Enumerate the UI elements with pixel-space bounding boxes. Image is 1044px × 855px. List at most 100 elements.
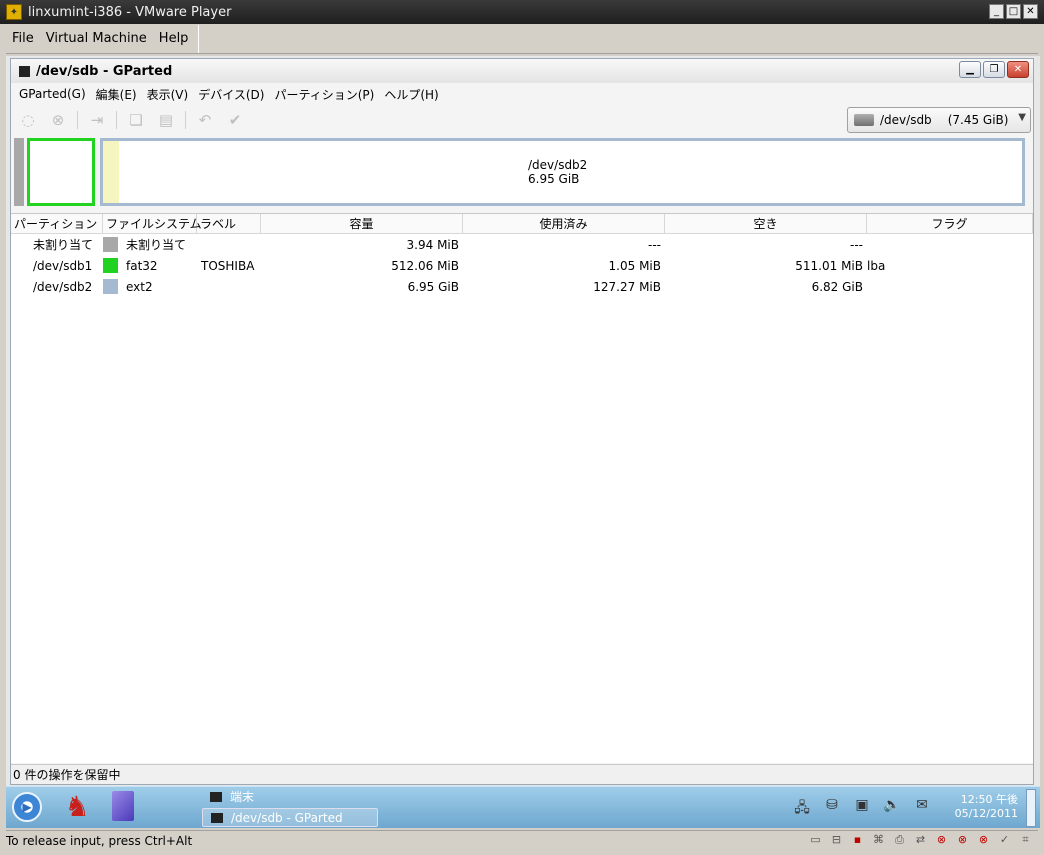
menu-edit[interactable]: 編集(E) <box>92 86 143 103</box>
disk-map-unallocated[interactable] <box>14 138 24 206</box>
chevron-down-icon: ▼ <box>1018 112 1026 123</box>
menu-device[interactable]: デバイス(D) <box>194 86 270 103</box>
table-row[interactable]: /dev/sdb2 ext2 6.95 GiB 127.27 MiB 6.82 … <box>11 276 1033 297</box>
gparted-menu-bar: GParted(G) 編集(E) 表示(V) デバイス(D) パーティション(P… <box>11 83 1033 105</box>
network-icon[interactable]: ⌗ <box>1017 833 1034 848</box>
col-used[interactable]: 使用済み <box>463 214 665 233</box>
fs-color-swatch <box>103 279 118 294</box>
device-name: /dev/sdb <box>880 113 932 127</box>
cell-filesystem-name: fat32 <box>126 258 158 273</box>
cell-partition: /dev/sdb2 <box>33 279 93 294</box>
device-selector[interactable]: /dev/sdb (7.45 GiB) ▼ <box>847 107 1031 133</box>
col-filesystem[interactable]: ファイルシステム <box>103 214 202 233</box>
cell-partition: 未割り当て <box>33 238 94 252</box>
vm-status-message: To release input, press Ctrl+Alt <box>6 834 193 848</box>
maximize-button[interactable]: □ <box>1006 4 1021 19</box>
disk-map: /dev/sdb2 6.95 GiB <box>11 137 1033 209</box>
disk-icon[interactable]: ▪ <box>849 833 866 848</box>
show-desktop-button[interactable] <box>1026 789 1036 827</box>
printer-icon[interactable]: ⎙ <box>891 833 908 848</box>
menu-gparted[interactable]: GParted(G) <box>15 87 92 101</box>
gparted-icon <box>211 813 223 823</box>
toolbar-separator <box>77 111 78 129</box>
cell-filesystem-name: 未割り当て <box>126 238 187 252</box>
volume-icon[interactable]: 🔈 <box>882 797 902 815</box>
gparted-toolbar: ◌ ⊗ ⇥ ❏ ▤ ↶ ✔ /dev/sdb (7.45 GiB) ▼ <box>11 105 1033 135</box>
usb-icon[interactable]: ⌘ <box>870 833 887 848</box>
col-partition[interactable]: パーティション <box>11 214 103 233</box>
network-icon[interactable]: 🖧 <box>792 797 812 816</box>
disk-map-sdb1[interactable] <box>27 138 95 206</box>
cell-flags: lba <box>867 258 886 273</box>
taskbar-item-terminal[interactable]: 端末 <box>202 788 378 807</box>
disk-map-sdb2-used <box>103 141 119 203</box>
toolbar-separator <box>116 111 117 129</box>
terminal-launcher-icon[interactable]: ♞ <box>60 791 94 823</box>
fs-color-swatch <box>103 258 118 273</box>
disk-map-sdb2-size: 6.95 GiB <box>528 172 580 186</box>
gparted-window-title: /dev/sdb - GParted <box>36 63 173 79</box>
delete-partition-icon[interactable]: ⊗ <box>47 109 69 131</box>
col-flags[interactable]: フラグ <box>867 214 1033 233</box>
cell-filesystem: 未割り当て <box>103 236 197 253</box>
gparted-title-bar: /dev/sdb - GParted ▁ ❐ ✕ <box>11 59 1033 83</box>
system-tray: 🖧 ⛁ ▣ 🔈 ✉ <box>792 797 932 816</box>
cell-used: 127.27 MiB <box>593 279 661 294</box>
menu-file[interactable]: File <box>6 25 40 53</box>
network-icon[interactable]: ⇄ <box>912 833 929 848</box>
resize-move-icon[interactable]: ⇥ <box>86 109 108 131</box>
floppy-icon[interactable]: ⊟ <box>828 833 845 848</box>
undo-icon[interactable]: ↶ <box>194 109 216 131</box>
gparted-close-button[interactable]: ✕ <box>1007 61 1029 78</box>
menu-virtual-machine[interactable]: Virtual Machine <box>40 25 153 53</box>
menu-gparted-help[interactable]: ヘルプ(H) <box>380 86 444 103</box>
table-row[interactable]: /dev/sdb1 fat32 TOSHIBA 512.06 MiB 1.05 … <box>11 255 1033 276</box>
disk-map-sdb2-name: /dev/sdb2 <box>528 158 588 172</box>
gparted-window: /dev/sdb - GParted ▁ ❐ ✕ GParted(G) 編集(E… <box>10 58 1034 785</box>
mail-icon[interactable]: ✉ <box>912 797 932 815</box>
guest-screen: /dev/sdb - GParted ▁ ❐ ✕ GParted(G) 編集(E… <box>6 56 1040 828</box>
cell-filesystem: fat32 <box>103 258 197 273</box>
minimize-button[interactable]: _ <box>989 4 1004 19</box>
hdd-icon <box>854 114 874 126</box>
vm-device-icons: ▭ ⊟ ▪ ⌘ ⎙ ⇄ ⊗ ⊗ ⊗ ✓ ⌗ <box>807 833 1034 848</box>
file-manager-launcher-icon[interactable] <box>112 791 134 821</box>
clock-date: 05/12/2011 <box>954 807 1018 820</box>
close-button[interactable]: ✕ <box>1023 4 1038 19</box>
menu-view[interactable]: 表示(V) <box>143 86 195 103</box>
drive-icon[interactable]: ⛁ <box>822 797 842 815</box>
taskbar-panel: ▶ ♞ 端末 /dev/sdb - GParted 🖧 ⛁ ▣ 🔈 ✉ 12:5… <box>6 786 1040 828</box>
check-icon[interactable]: ✓ <box>996 833 1013 848</box>
menu-partition[interactable]: パーティション(P) <box>270 86 380 103</box>
update-icon[interactable]: ▣ <box>852 797 872 815</box>
cell-filesystem-name: ext2 <box>126 279 153 294</box>
start-menu-button[interactable]: ▶ <box>12 792 42 822</box>
sound-icon[interactable]: ⊗ <box>933 833 950 848</box>
cell-size: 512.06 MiB <box>391 258 459 273</box>
cell-used: --- <box>648 237 661 252</box>
gparted-status-bar: 0 件の操作を保留中 <box>11 764 1033 784</box>
disk-map-sdb2[interactable]: /dev/sdb2 6.95 GiB <box>100 138 1025 206</box>
table-row[interactable]: 未割り当て 未割り当て 3.94 MiB --- --- <box>11 234 1033 255</box>
error-icon[interactable]: ⊗ <box>975 833 992 848</box>
paste-icon[interactable]: ▤ <box>155 109 177 131</box>
apply-icon[interactable]: ✔ <box>224 109 246 131</box>
hdd-icon[interactable]: ▭ <box>807 833 824 848</box>
new-partition-icon[interactable]: ◌ <box>17 109 39 131</box>
col-unused[interactable]: 空き <box>665 214 867 233</box>
cell-partition: /dev/sdb1 <box>33 258 93 273</box>
gparted-restore-button[interactable]: ❐ <box>983 61 1005 78</box>
clock[interactable]: 12:50 午後 05/12/2011 <box>955 793 1018 821</box>
menu-separator <box>198 24 200 53</box>
copy-icon[interactable]: ❏ <box>125 109 147 131</box>
error-icon[interactable]: ⊗ <box>954 833 971 848</box>
col-label[interactable]: ラベル <box>197 214 261 233</box>
vm-status-bar: To release input, press Ctrl+Alt ▭ ⊟ ▪ ⌘… <box>6 830 1038 851</box>
disk-map-sdb2-label: /dev/sdb2 6.95 GiB <box>528 158 587 186</box>
col-size[interactable]: 容量 <box>261 214 463 233</box>
cell-used: 1.05 MiB <box>608 258 661 273</box>
menu-help[interactable]: Help <box>153 25 195 53</box>
gparted-minimize-button[interactable]: ▁ <box>959 61 981 78</box>
partition-table-header: パーティション ファイルシステム ラベル 容量 使用済み 空き フラグ <box>11 214 1033 234</box>
taskbar-item-gparted[interactable]: /dev/sdb - GParted <box>202 808 378 827</box>
